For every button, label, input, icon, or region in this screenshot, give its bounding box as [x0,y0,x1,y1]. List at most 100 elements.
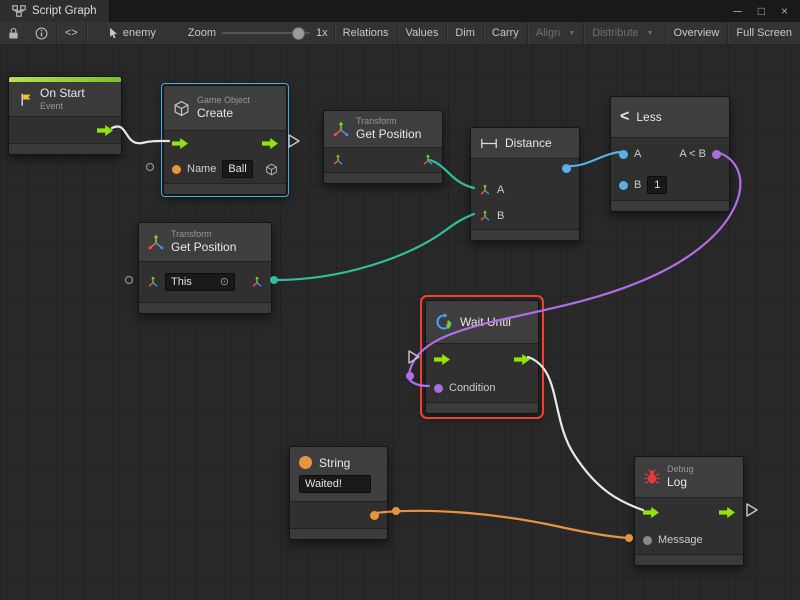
condition-label: Condition [449,382,495,394]
wire-endpoint-dot [392,507,400,515]
node-header[interactable]: < Less [611,97,729,138]
transform-icon [333,121,349,137]
node-category: Transform [356,116,421,127]
name-input-port[interactable] [172,165,181,174]
toolbar-button-full-screen[interactable]: Full Screen [728,22,800,44]
node-header[interactable]: Wait Until [426,301,538,344]
message-input-port[interactable] [643,536,652,545]
node-header[interactable]: Transform Get Position [324,111,442,148]
port-row: Message [635,526,743,554]
flow-input-port[interactable] [172,138,188,149]
node-on-start[interactable]: On Start Event [8,76,122,155]
zoom-slider-knob[interactable] [292,27,305,40]
flow-output-port[interactable] [97,125,113,136]
dropdown-caret-icon: ▼ [568,30,575,37]
port-row [290,502,387,528]
graph-target-label: enemy [123,27,156,39]
graph-canvas[interactable]: On Start Event Game Object Cre [0,44,800,600]
this-object-field[interactable]: This ⊙ [165,273,235,291]
unconnected-flow-marker [409,351,419,363]
node-create[interactable]: Game Object Create Name Ball [163,85,287,195]
port-row [426,344,538,374]
toolbar-button-values[interactable]: Values [398,22,447,44]
node-wait-until[interactable]: Wait Until Condition [425,300,539,414]
less-output-port[interactable] [712,150,721,159]
unity-script-graph-window: Script Graph ─ □ × <> [0,0,800,600]
node-header[interactable]: Debug Log [635,457,743,498]
vector-input-port-a[interactable] [479,184,491,196]
info-icon [35,27,48,40]
unconnected-flow-marker [289,135,299,147]
node-title: On Start [40,86,85,100]
condition-input-port[interactable] [434,384,443,393]
string-value-field[interactable]: Waited! [299,475,371,493]
graph-target-button[interactable]: enemy [101,22,164,44]
node-get-position-left[interactable]: Transform Get Position This ⊙ [138,222,272,314]
wire-endpoint-dot [625,534,633,542]
transform-input-port[interactable] [332,154,344,166]
less-input-port-b[interactable] [619,181,628,190]
distance-output-port[interactable] [562,164,571,173]
unconnected-flow-marker [747,504,757,516]
node-category: Game Object [197,95,250,106]
node-header[interactable]: Transform Get Position [139,223,271,262]
port-row: Condition [426,374,538,402]
port-row: This ⊙ [139,262,271,302]
string-output-port[interactable] [370,511,379,520]
flow-input-port[interactable] [434,354,450,365]
vector-output-port[interactable] [251,276,263,288]
toolbar-button-relations[interactable]: Relations [335,22,397,44]
dropdown-caret-icon: ▼ [647,30,654,37]
wire-get-position-left-to-distance-b [276,214,474,280]
flow-output-port[interactable] [262,138,278,149]
node-title: Less [636,110,661,124]
flow-output-port[interactable] [514,354,530,365]
wait-until-icon [435,313,453,331]
port-row [324,148,442,172]
node-on-start-header[interactable]: On Start Event [9,82,121,117]
wire-wait-until-to-debug-log [528,357,643,510]
node-less[interactable]: < Less A A < B B 1 [610,96,730,212]
maximize-button[interactable]: □ [758,4,765,18]
script-graph-icon [12,5,26,17]
toolbar-button-align[interactable]: Align▼ [528,22,583,44]
vector-output-port[interactable] [422,154,434,166]
node-subtitle: Event [40,101,85,112]
less-input-port-a[interactable] [619,150,628,159]
port-row: B [471,203,579,229]
close-button[interactable]: × [781,4,788,18]
graph-toolbar: <> enemy Zoom 1x Relations Values Dim Ca… [0,22,800,45]
cube-icon [173,100,190,117]
flag-icon [18,92,33,107]
empty-port-circle [126,277,133,284]
game-object-output-port[interactable] [265,163,278,176]
edit-source-button[interactable]: <> [57,22,86,44]
transform-input-port[interactable] [147,276,159,288]
node-string[interactable]: String Waited! [289,446,388,540]
inspect-button[interactable] [27,22,56,44]
flow-input-port[interactable] [643,507,659,518]
lock-button[interactable] [0,22,27,44]
node-header[interactable]: Distance [471,128,579,159]
vector-input-port-b[interactable] [479,210,491,222]
node-get-position-top[interactable]: Transform Get Position [323,110,443,184]
name-field[interactable]: Ball [222,160,252,178]
tab-script-graph[interactable]: Script Graph [0,0,110,22]
minimize-button[interactable]: ─ [733,4,742,18]
toolbar-button-carry[interactable]: Carry [484,22,527,44]
toolbar-separator [86,22,87,44]
object-picker-icon[interactable]: ⊙ [220,275,229,289]
node-header[interactable]: String Waited! [290,447,387,502]
toolbar-button-overview[interactable]: Overview [666,22,728,44]
node-distance[interactable]: Distance A B [470,127,580,241]
toolbar-button-distribute[interactable]: Distribute▼ [584,22,661,44]
b-value-field[interactable]: 1 [647,176,667,194]
zoom-slider[interactable] [222,22,310,44]
transform-icon [148,234,164,250]
node-debug-log[interactable]: Debug Log Message [634,456,744,566]
flow-output-port[interactable] [719,507,735,518]
toolbar-button-dim[interactable]: Dim [447,22,483,44]
zoom-label: Zoom [182,27,222,39]
node-create-header[interactable]: Game Object Create [164,86,286,131]
node-title: Distance [505,136,552,150]
